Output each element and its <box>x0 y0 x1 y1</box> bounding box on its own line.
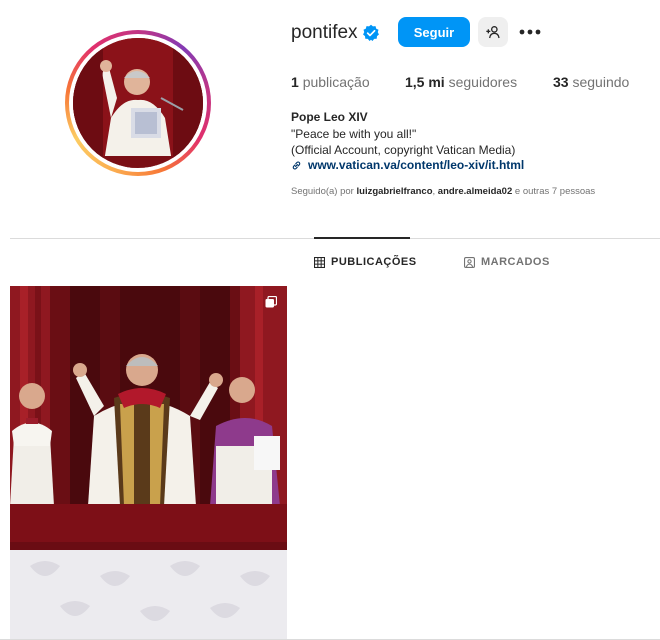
post-photo <box>10 286 287 640</box>
active-tab-indicator <box>314 237 410 239</box>
followed-by-user-1[interactable]: luizgabrielfranco <box>357 186 433 197</box>
tab-tagged-label: MARCADOS <box>481 256 550 268</box>
tagged-icon <box>464 256 475 268</box>
posts-count-value: 1 <box>291 74 299 90</box>
tab-tagged[interactable]: MARCADOS <box>464 256 550 268</box>
followed-by[interactable]: Seguido(a) por luizgabrielfranco, andre.… <box>291 186 595 197</box>
following-count[interactable]: 33 seguindo <box>553 74 629 90</box>
follow-button[interactable]: Seguir <box>398 17 470 47</box>
followed-by-separator: , <box>432 186 436 197</box>
following-count-label: seguindo <box>572 74 630 90</box>
bio-quote: "Peace be with you all!" <box>291 127 417 141</box>
avatar-photo <box>73 38 203 168</box>
grid-icon <box>314 256 325 268</box>
followers-count-label: seguidores <box>448 74 518 90</box>
posts-count: 1 publicação <box>291 74 370 90</box>
followers-count[interactable]: 1,5 mi seguidores <box>405 74 517 90</box>
username[interactable]: pontifex <box>291 22 358 44</box>
more-options-button[interactable] <box>518 21 542 43</box>
bio-copyright: (Official Account, copyright Vatican Med… <box>291 143 516 157</box>
bio-link-text: www.vatican.va/content/leo-xiv/it.html <box>308 158 525 172</box>
followed-by-user-2[interactable]: andre.almeida02 <box>438 186 512 197</box>
posts-count-label: publicação <box>302 74 370 90</box>
followed-by-prefix: Seguido(a) por <box>291 186 354 197</box>
verified-badge-icon <box>363 24 379 41</box>
suggested-accounts-button[interactable] <box>478 17 508 47</box>
profile-avatar[interactable] <box>73 38 203 168</box>
more-options-icon <box>519 29 541 35</box>
post-thumbnail[interactable] <box>10 286 287 640</box>
link-icon <box>292 161 301 169</box>
bio-link[interactable]: www.vatican.va/content/leo-xiv/it.html <box>291 158 524 172</box>
story-ring[interactable] <box>65 30 211 176</box>
profile-name: Pope Leo XIV <box>291 110 368 124</box>
following-count-value: 33 <box>553 74 569 90</box>
tab-posts[interactable]: PUBLICAÇÕES <box>314 256 417 268</box>
tab-posts-label: PUBLICAÇÕES <box>331 256 417 268</box>
person-plus-icon <box>486 26 500 39</box>
followed-by-suffix: e outras 7 pessoas <box>514 186 596 197</box>
followers-count-value: 1,5 mi <box>405 74 445 90</box>
carousel-icon <box>265 296 277 308</box>
